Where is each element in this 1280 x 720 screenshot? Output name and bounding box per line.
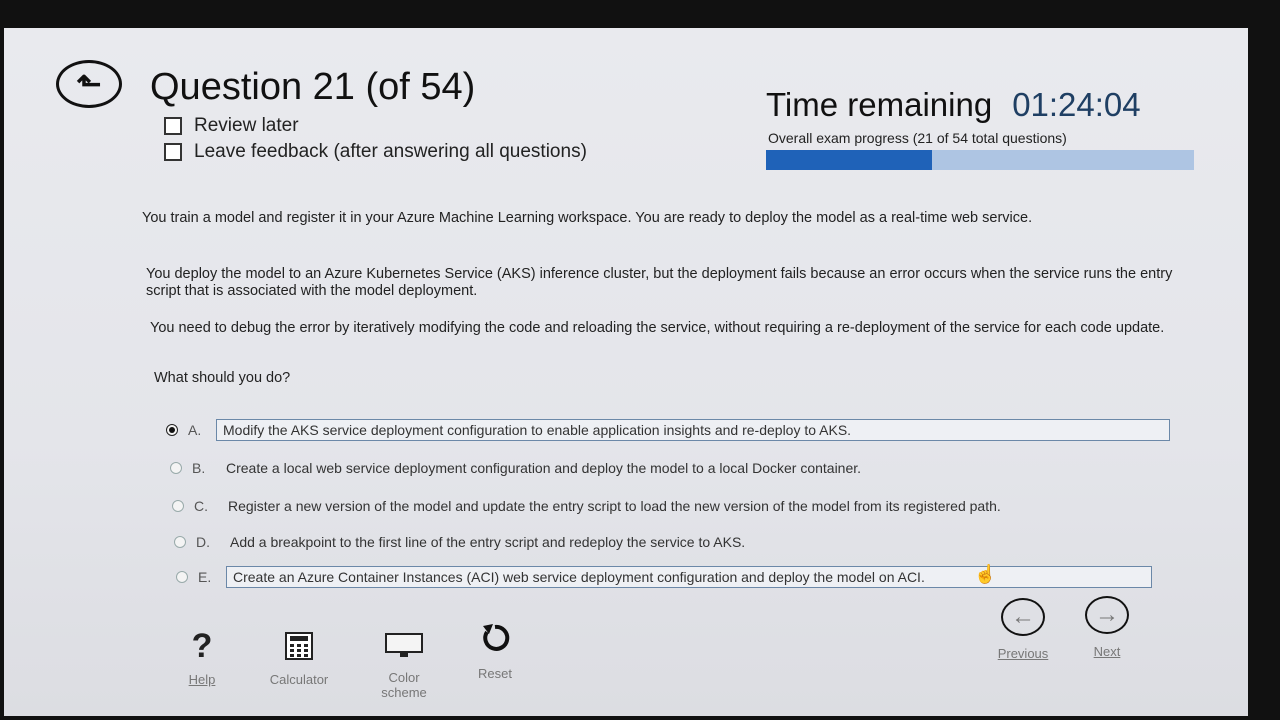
option-letter: A. [188,422,202,438]
reset-button[interactable]: Reset [460,616,530,681]
option-letter: E. [198,569,212,585]
time-remaining: Time remaining 01:24:04 [766,86,1141,124]
next-button[interactable]: → Next [1074,596,1140,659]
option-text: Add a breakpoint to the first line of th… [230,534,746,550]
question-prompt: What should you do? [154,370,291,386]
radio-d[interactable] [174,536,186,548]
review-later-option[interactable]: Review later [164,115,299,137]
next-label: Next [1093,644,1121,659]
option-letter: C. [194,498,208,514]
answer-option-a[interactable]: A. Modify the AKS service deployment con… [166,419,1170,441]
option-text: Create a local web service deployment co… [226,460,862,476]
review-later-label: Review later [194,115,299,136]
time-value: 01:24:04 [1012,86,1141,123]
answer-option-c[interactable]: C. Register a new version of the model a… [172,496,1007,516]
radio-e[interactable] [176,571,188,583]
option-text: Register a new version of the model and … [228,498,1001,514]
color-scheme-label-1: Color [388,670,420,685]
radio-b[interactable] [170,462,182,474]
reset-arrow-icon [460,616,530,660]
previous-label: Previous [997,646,1049,661]
progress-label: Overall exam progress (21 of 54 total qu… [768,130,1067,146]
time-label: Time remaining [766,86,993,123]
question-paragraph-2: You deploy the model to an Azure Kuberne… [146,266,1173,299]
leave-feedback-checkbox[interactable] [164,143,182,161]
question-mark-icon: ? [191,626,213,665]
question-title: Question 21 (of 54) [150,66,476,108]
option-text: Modify the AKS service deployment config… [216,419,1170,441]
exam-screen: ⬑ Question 21 (of 54) Review later Leave… [4,28,1248,716]
calculator-button[interactable]: Calculator [254,624,344,687]
option-letter: B. [192,460,206,476]
color-scheme-button[interactable]: Color scheme [364,624,444,700]
option-letter: D. [196,534,210,550]
leave-feedback-option[interactable]: Leave feedback (after answering all ques… [164,141,587,163]
calculator-icon [254,624,344,668]
back-arrow-icon[interactable]: ⬑ [56,60,122,108]
hand-cursor-icon: ☝ [974,564,997,584]
leave-feedback-label: Leave feedback (after answering all ques… [194,141,587,162]
answer-option-b[interactable]: B. Create a local web service deployment… [170,458,867,478]
color-scheme-label-2: scheme [381,685,427,700]
help-label: Help [188,672,216,687]
question-paragraph-3: You need to debug the error by iterative… [150,320,1165,336]
progress-fill [766,150,933,170]
calculator-label: Calculator [269,672,329,687]
right-arrow-icon: → [1085,596,1129,634]
radio-a[interactable] [166,424,178,436]
left-arrow-icon: ← [1001,598,1045,636]
progress-bar [766,150,1194,170]
answer-option-e[interactable]: E. Create an Azure Container Instances (… [176,566,1152,588]
reset-label: Reset [478,666,512,681]
review-later-checkbox[interactable] [164,117,182,135]
monitor-icon [364,624,444,668]
previous-button[interactable]: ← Previous [990,598,1056,661]
question-paragraph-1: You train a model and register it in you… [142,210,1033,226]
answer-option-d[interactable]: D. Add a breakpoint to the first line of… [174,532,751,552]
help-button[interactable]: ? Help [172,624,232,688]
radio-c[interactable] [172,500,184,512]
option-text: Create an Azure Container Instances (ACI… [226,566,1152,588]
